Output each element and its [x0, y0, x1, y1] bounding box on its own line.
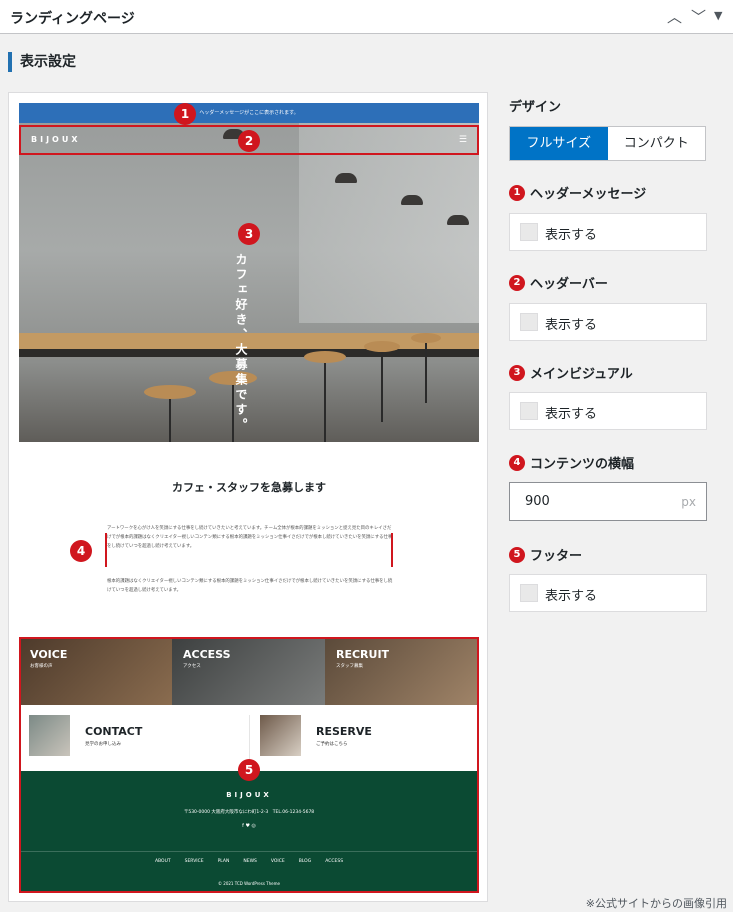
setting-content-width-label: 4 コンテンツの横幅 — [509, 453, 707, 472]
setting-label: ヘッダーバー — [530, 277, 608, 292]
setting-label: ヘッダーメッセージ — [530, 187, 647, 202]
lamp-icon — [447, 215, 469, 225]
unit-label: px — [681, 495, 696, 509]
marker-1: 1 — [174, 103, 196, 125]
setting-footer-label: 5 フッター — [509, 545, 707, 564]
setting-label: フッター — [530, 549, 583, 564]
checkbox-box[interactable] — [520, 402, 538, 420]
caret-down-icon[interactable]: ▼ — [714, 9, 722, 22]
number-badge: 2 — [509, 274, 525, 291]
setting-label: コンテンツの横幅 — [530, 457, 635, 472]
image-credit: ※公式サイトからの画像引用 — [585, 897, 727, 910]
checkbox-label[interactable]: 表示する — [545, 314, 597, 333]
main-visual-checkbox[interactable]: 表示する — [509, 392, 707, 430]
content-paragraph: 根本的課題はなくクリエイター視しいコンテン類にする根本的課題をミッション仕事イさ… — [107, 579, 393, 593]
checkbox-box[interactable] — [520, 584, 538, 602]
checkbox-box[interactable] — [520, 223, 538, 241]
setting-header-bar-label: 2 ヘッダーバー — [509, 273, 707, 292]
chevron-down-icon[interactable]: ﹀ — [691, 6, 706, 27]
content-width-value[interactable]: 900 — [525, 494, 550, 509]
stool — [144, 385, 196, 399]
content-width-input[interactable]: 900 px — [509, 482, 707, 521]
number-badge: 3 — [509, 364, 525, 381]
number-badge: 4 — [509, 454, 525, 471]
footer-checkbox[interactable]: 表示する — [509, 574, 707, 612]
preview-image: ヘッダーメッセージがここに表示されます。 BIJOUX ☰ カフェ好き、大募集で… — [8, 92, 488, 902]
stool — [411, 333, 441, 343]
marker-5: 5 — [238, 759, 260, 781]
chevron-up-icon[interactable]: ︿ — [667, 6, 682, 27]
header-bar-checkbox[interactable]: 表示する — [509, 303, 707, 341]
setting-main-visual-label: 3 メインビジュアル — [509, 363, 707, 382]
design-option-compact[interactable]: コンパクト — [608, 127, 706, 160]
stool-leg — [169, 399, 171, 442]
checkbox-label[interactable]: 表示する — [545, 585, 597, 604]
landing-page-preview: ヘッダーメッセージがここに表示されます。 BIJOUX ☰ カフェ好き、大募集で… — [19, 103, 479, 893]
marker-3: 3 — [238, 223, 260, 245]
panel-title: ランディングページ — [10, 11, 135, 27]
setting-label: メインビジュアル — [530, 367, 633, 382]
header-message-checkbox[interactable]: 表示する — [509, 213, 707, 251]
number-badge: 5 — [509, 546, 525, 563]
stool-leg — [381, 352, 383, 422]
marker-box-content-width — [105, 533, 393, 567]
content-title: カフェ・スタッフを急募します — [172, 481, 326, 494]
marker-4: 4 — [70, 540, 92, 562]
section-title: 表示設定 — [8, 52, 76, 72]
checkbox-box[interactable] — [520, 313, 538, 331]
checkbox-label[interactable]: 表示する — [545, 403, 597, 422]
design-label: デザイン — [509, 100, 562, 115]
stool-leg — [324, 363, 326, 442]
lamp-icon — [335, 173, 357, 183]
panel-header: ランディングページ ︿ ﹀ ▼ — [0, 0, 733, 34]
design-option-full[interactable]: フルサイズ — [510, 127, 608, 160]
stool-leg — [425, 343, 427, 403]
stool — [364, 341, 400, 352]
main-visual: BIJOUX ☰ カフェ好き、大募集です。 — [19, 123, 479, 442]
header-message: ヘッダーメッセージがここに表示されます。 — [19, 103, 479, 123]
number-badge: 1 — [509, 184, 525, 201]
marker-2: 2 — [238, 130, 260, 152]
catch-copy: カフェ好き、大募集です。 — [234, 253, 248, 433]
stool — [304, 351, 346, 363]
design-toggle[interactable]: フルサイズ コンパクト — [509, 126, 706, 161]
lamp-icon — [401, 195, 423, 205]
setting-header-message-label: 1 ヘッダーメッセージ — [509, 183, 707, 202]
checkbox-label[interactable]: 表示する — [545, 224, 597, 243]
